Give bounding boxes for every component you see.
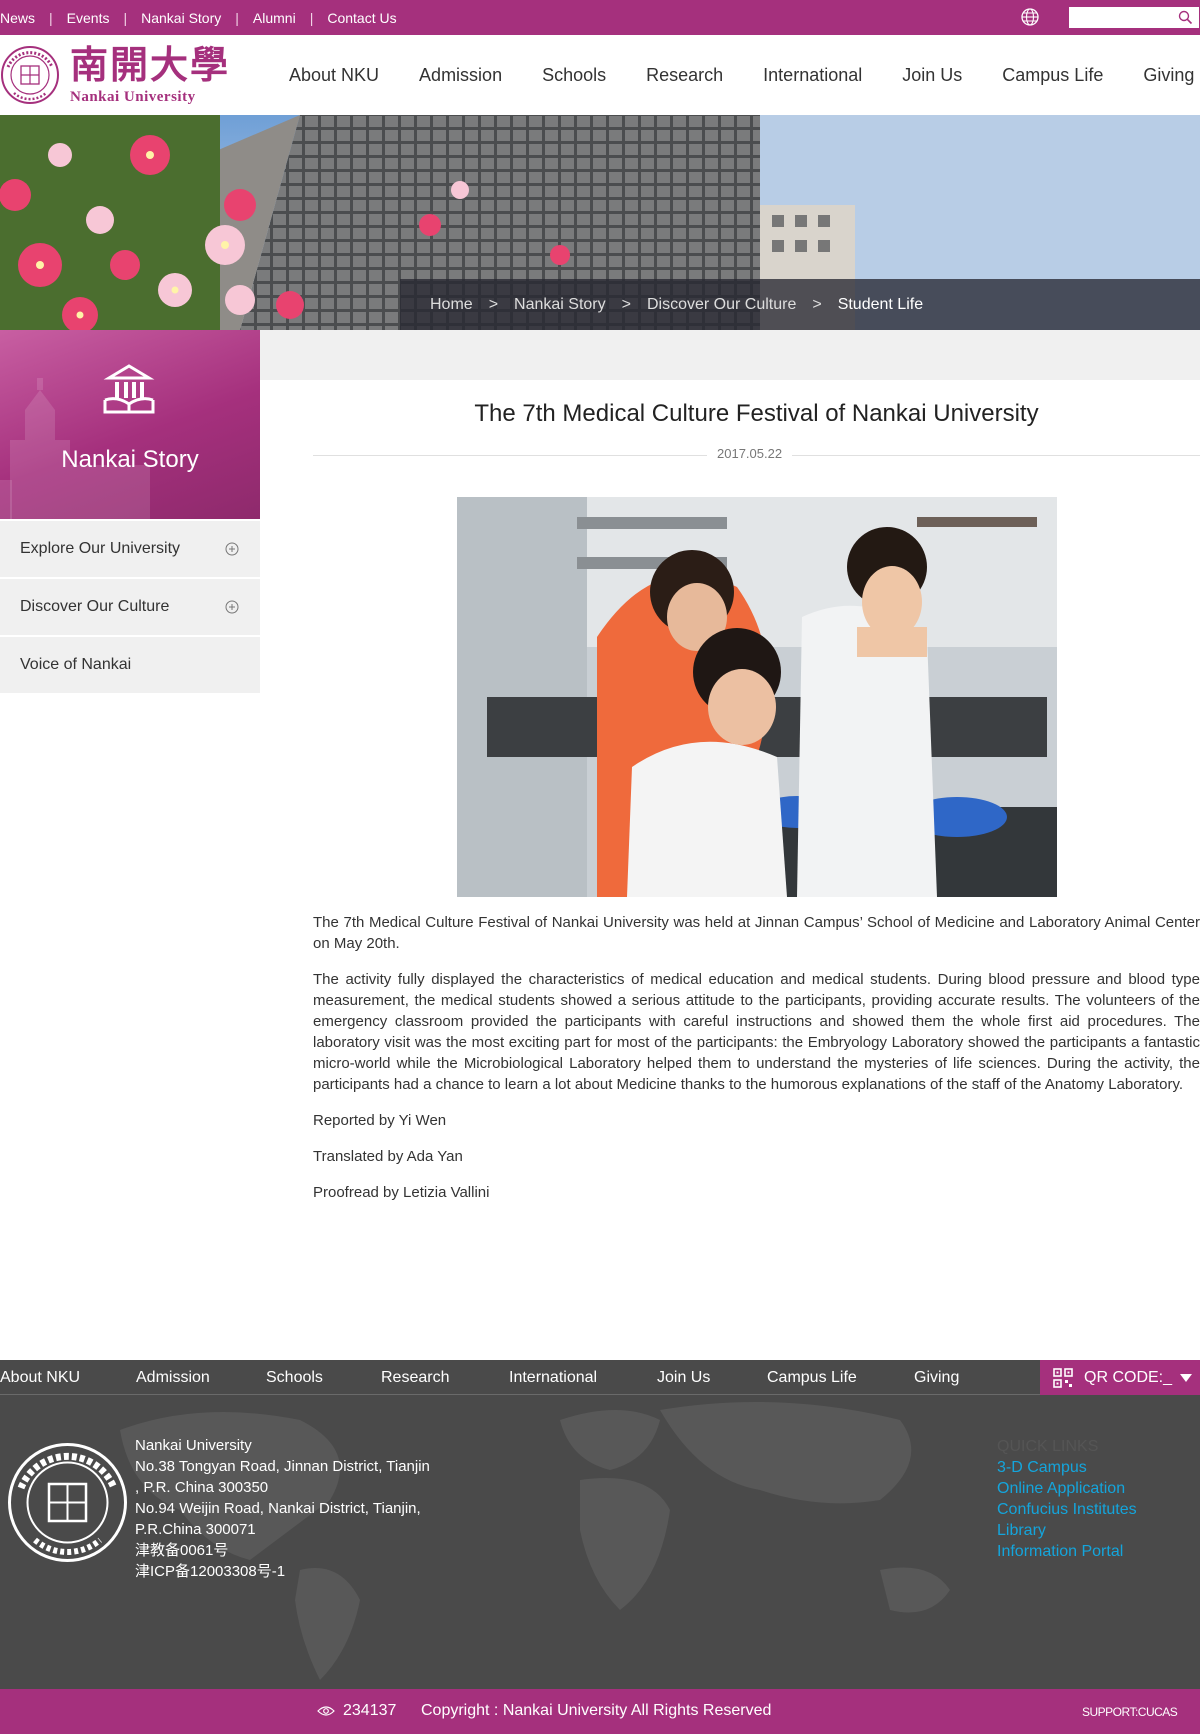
breadcrumb-separator: > <box>812 295 822 313</box>
footer-nav-admission[interactable]: Admission <box>136 1369 210 1387</box>
icp-line[interactable]: 津ICP备12003308号-1 <box>135 1561 460 1582</box>
breadcrumb-home[interactable]: Home <box>430 296 473 314</box>
bottom-bar: 234137 Copyright : Nankai University All… <box>0 1689 1200 1734</box>
nav-campus-life[interactable]: Campus Life <box>1002 65 1103 86</box>
nav-admission[interactable]: Admission <box>419 65 502 86</box>
nav-international[interactable]: International <box>763 65 862 86</box>
article-paragraph: The 7th Medical Culture Festival of Nank… <box>313 914 1200 952</box>
breadcrumb: Home > Nankai Story > Discover Our Cultu… <box>400 279 1200 330</box>
quick-links: QUICK LINKS 3-D Campus Online Applicatio… <box>997 1436 1137 1562</box>
qr-code-icon <box>1053 1368 1073 1388</box>
top-link-nankai-story[interactable]: Nankai Story <box>141 10 221 26</box>
separator: | <box>49 9 53 26</box>
book-icon <box>103 364 155 414</box>
quick-link-information-portal[interactable]: Information Portal <box>997 1541 1137 1562</box>
qr-code-label: QR CODE:_ <box>1084 1369 1173 1386</box>
footer-address: Nankai University No.38 Tongyan Road, Ji… <box>135 1435 460 1582</box>
article-credit-proofreader: Proofread by Letizia Vallini <box>313 1184 490 1201</box>
support-link[interactable]: SUPPORT:CUCAS <box>1082 1705 1178 1719</box>
content-top-strip <box>260 330 1200 380</box>
article-paragraph: The activity fully displayed the charact… <box>313 971 1200 1093</box>
separator: | <box>309 9 314 26</box>
quick-link-confucius-institutes[interactable]: Confucius Institutes <box>997 1499 1137 1520</box>
address-line: Nankai University <box>135 1437 252 1454</box>
nav-research[interactable]: Research <box>646 65 723 86</box>
article-date: 2017.05.22 <box>707 446 793 461</box>
breadcrumb-separator: > <box>621 295 631 313</box>
sidebar-item-label: Explore Our University <box>20 540 181 557</box>
nav-schools[interactable]: Schools <box>542 65 606 86</box>
sidebar-header: Nankai Story <box>0 330 260 519</box>
nav-join-us[interactable]: Join Us <box>902 65 962 86</box>
footer-nav-schools[interactable]: Schools <box>266 1369 323 1387</box>
separator: | <box>123 9 128 26</box>
sidebar-item-discover-our-culture[interactable]: Discover Our Culture <box>0 579 260 635</box>
footer-nav-research[interactable]: Research <box>381 1369 449 1387</box>
top-link-events[interactable]: Events <box>67 10 110 26</box>
quick-link-3d-campus[interactable]: 3-D Campus <box>997 1457 1137 1478</box>
quick-link-library[interactable]: Library <box>997 1520 1137 1541</box>
logo-chinese-name[interactable]: 南開大學 <box>70 43 230 87</box>
nav-giving[interactable]: Giving <box>1143 65 1194 86</box>
footer-nav-giving[interactable]: Giving <box>914 1369 959 1387</box>
sidebar-item-explore-our-university[interactable]: Explore Our University <box>0 521 260 577</box>
breadcrumb-discover-our-culture[interactable]: Discover Our Culture <box>647 296 796 314</box>
quick-link-online-application[interactable]: Online Application <box>997 1478 1137 1499</box>
footer-nav-join-us[interactable]: Join Us <box>657 1369 710 1387</box>
main-nav: About NKU Admission Schools Research Int… <box>289 35 1200 115</box>
article-body: The 7th Medical Culture Festival of Nank… <box>313 912 1200 1218</box>
breadcrumb-separator: > <box>488 295 499 313</box>
breadcrumb-nankai-story[interactable]: Nankai Story <box>514 296 606 314</box>
search-icon[interactable] <box>1178 10 1193 25</box>
separator: | <box>235 9 239 26</box>
nav-about-nku[interactable]: About NKU <box>289 65 379 86</box>
article-credit-reporter: Reported by Yi Wen <box>313 1112 447 1129</box>
sidebar-building-silhouette <box>0 378 150 519</box>
qr-code-toggle[interactable]: QR CODE:_ <box>1040 1360 1200 1395</box>
registration-line: 津教备0061号 <box>135 1542 229 1559</box>
footer-nav-campus-life[interactable]: Campus Life <box>767 1369 857 1387</box>
sidebar-item-label: Voice of Nankai <box>20 656 132 673</box>
eye-icon <box>317 1706 335 1716</box>
globe-icon[interactable] <box>1020 7 1040 27</box>
visit-counter: 234137 <box>343 1702 397 1719</box>
logo-english-name[interactable]: Nankai University <box>70 89 196 106</box>
top-link-contact-us[interactable]: Contact Us <box>327 10 396 26</box>
copyright-text: Copyright : Nankai University All Rights… <box>421 1702 772 1719</box>
address-line: , P.R. China 300350 <box>135 1479 269 1496</box>
footer-nav: About NKU Admission Schools Research Int… <box>0 1360 1040 1395</box>
address-line: No.94 Weijin Road, Nankai District, Tian… <box>135 1500 421 1517</box>
article-photo <box>457 497 1057 897</box>
hero-banner: Home > Nankai Story > Discover Our Cultu… <box>0 115 1200 330</box>
top-bar: News | Events | Nankai Story | Alumni | … <box>0 0 1200 35</box>
top-nav: News | Events | Nankai Story | Alumni | … <box>0 0 397 35</box>
sidebar-item-label: Discover Our Culture <box>20 598 170 615</box>
caret-down-icon <box>1180 1374 1192 1382</box>
site-header: 南開大學 Nankai University About NKU Admissi… <box>0 35 1200 115</box>
address-line: No.38 Tongyan Road, Jinnan District, Tia… <box>135 1458 430 1475</box>
sidebar-title: Nankai Story <box>61 446 199 473</box>
university-seal-footer <box>8 1443 127 1562</box>
article-title: The 7th Medical Culture Festival of Nank… <box>474 400 1039 427</box>
top-link-news[interactable]: News <box>0 10 35 26</box>
site-footer: About NKU Admission Schools Research Int… <box>0 1360 1200 1689</box>
footer-nav-international[interactable]: International <box>509 1369 597 1387</box>
article-credit-translator: Translated by Ada Yan <box>313 1148 463 1165</box>
plus-circle-icon[interactable] <box>225 600 239 614</box>
plus-circle-icon[interactable] <box>225 542 239 556</box>
university-seal-logo[interactable] <box>0 45 60 105</box>
top-link-alumni[interactable]: Alumni <box>253 10 296 26</box>
footer-nav-about-nku[interactable]: About NKU <box>0 1369 80 1387</box>
sidebar-item-voice-of-nankai[interactable]: Voice of Nankai <box>0 637 260 693</box>
quick-links-title: QUICK LINKS <box>997 1438 1099 1455</box>
breadcrumb-current-page: Student Life <box>837 295 924 313</box>
address-line: P.R.China 300071 <box>135 1521 256 1538</box>
